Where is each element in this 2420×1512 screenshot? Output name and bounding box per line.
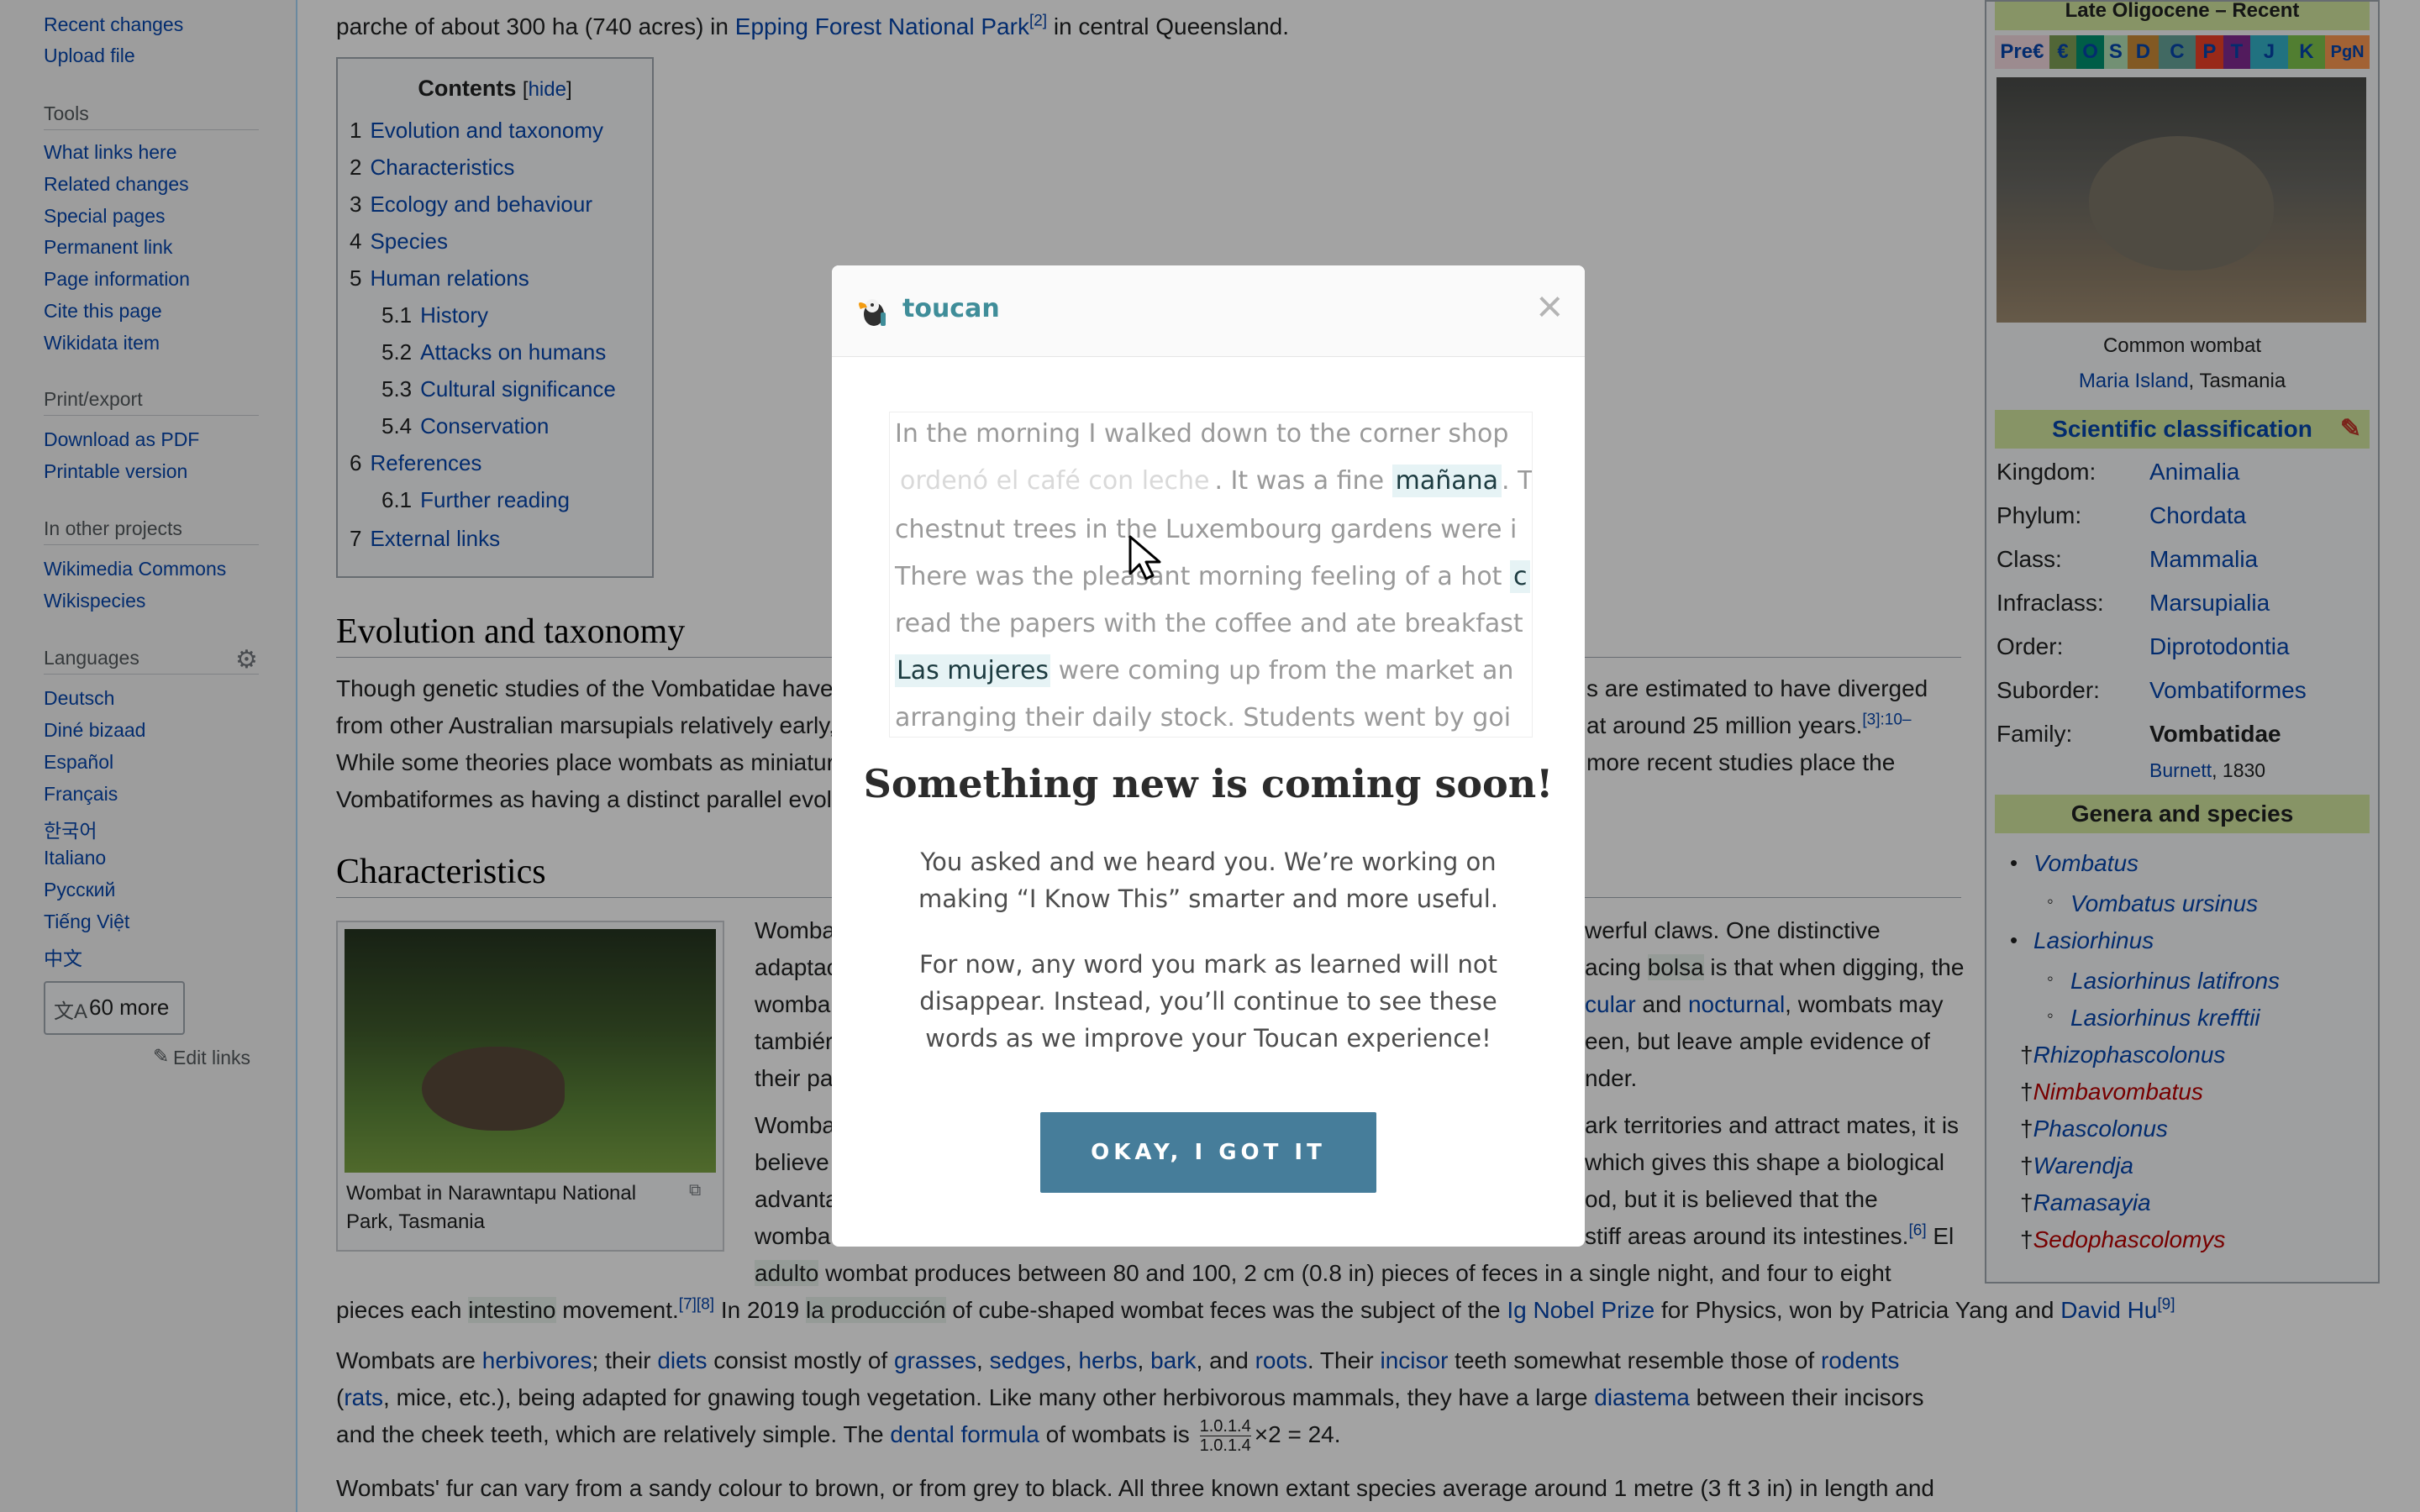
reader-line: ordenó el café con leche. It was a fine … (895, 465, 1533, 497)
reader-text: . It was a fine (1214, 466, 1392, 496)
modal-header: toucan × (832, 265, 1585, 357)
mouse-cursor-icon (1128, 535, 1161, 580)
reader-text: There was the pleasant morning feeling o… (895, 562, 1510, 591)
modal-title: Something new is coming soon! (863, 761, 1554, 806)
translated-word[interactable]: c (1509, 560, 1531, 593)
reader-line: read the papers with the coffee and ate … (895, 609, 1523, 638)
reader-line: Las mujeres were coming up from the mark… (895, 654, 1514, 687)
toucan-brand: toucan (902, 294, 1000, 323)
reader-text: were coming up from the market an (1050, 656, 1514, 685)
reader-text: . T (1502, 466, 1533, 496)
translated-word[interactable]: Las mujeres (895, 654, 1051, 687)
reader-line: chestnut trees in the Luxembourg gardens… (895, 515, 1518, 544)
toucan-logo-icon (859, 299, 886, 326)
modal-paragraph-1: You asked and we heard you. We’re workin… (918, 848, 1498, 913)
reader-line: In the morning I walked down to the corn… (895, 419, 1509, 449)
close-icon[interactable]: × (1536, 284, 1563, 329)
translated-word[interactable]: mañana (1392, 465, 1502, 497)
translated-phrase[interactable]: ordenó el café con leche (895, 466, 1214, 496)
okay-got-it-label: OKAY, I GOT IT (1091, 1140, 1326, 1165)
toucan-modal: toucan × In the morning I walked down to… (832, 265, 1585, 1247)
modal-paragraph-2: For now, any word you mark as learned wi… (919, 950, 1497, 1053)
reader-line: There was the pleasant morning feeling o… (895, 560, 1531, 593)
reader-preview: In the morning I walked down to the corn… (889, 412, 1533, 738)
okay-got-it-button[interactable]: OKAY, I GOT IT (1040, 1112, 1376, 1193)
reader-line: arranging their daily stock. Students we… (895, 703, 1512, 732)
